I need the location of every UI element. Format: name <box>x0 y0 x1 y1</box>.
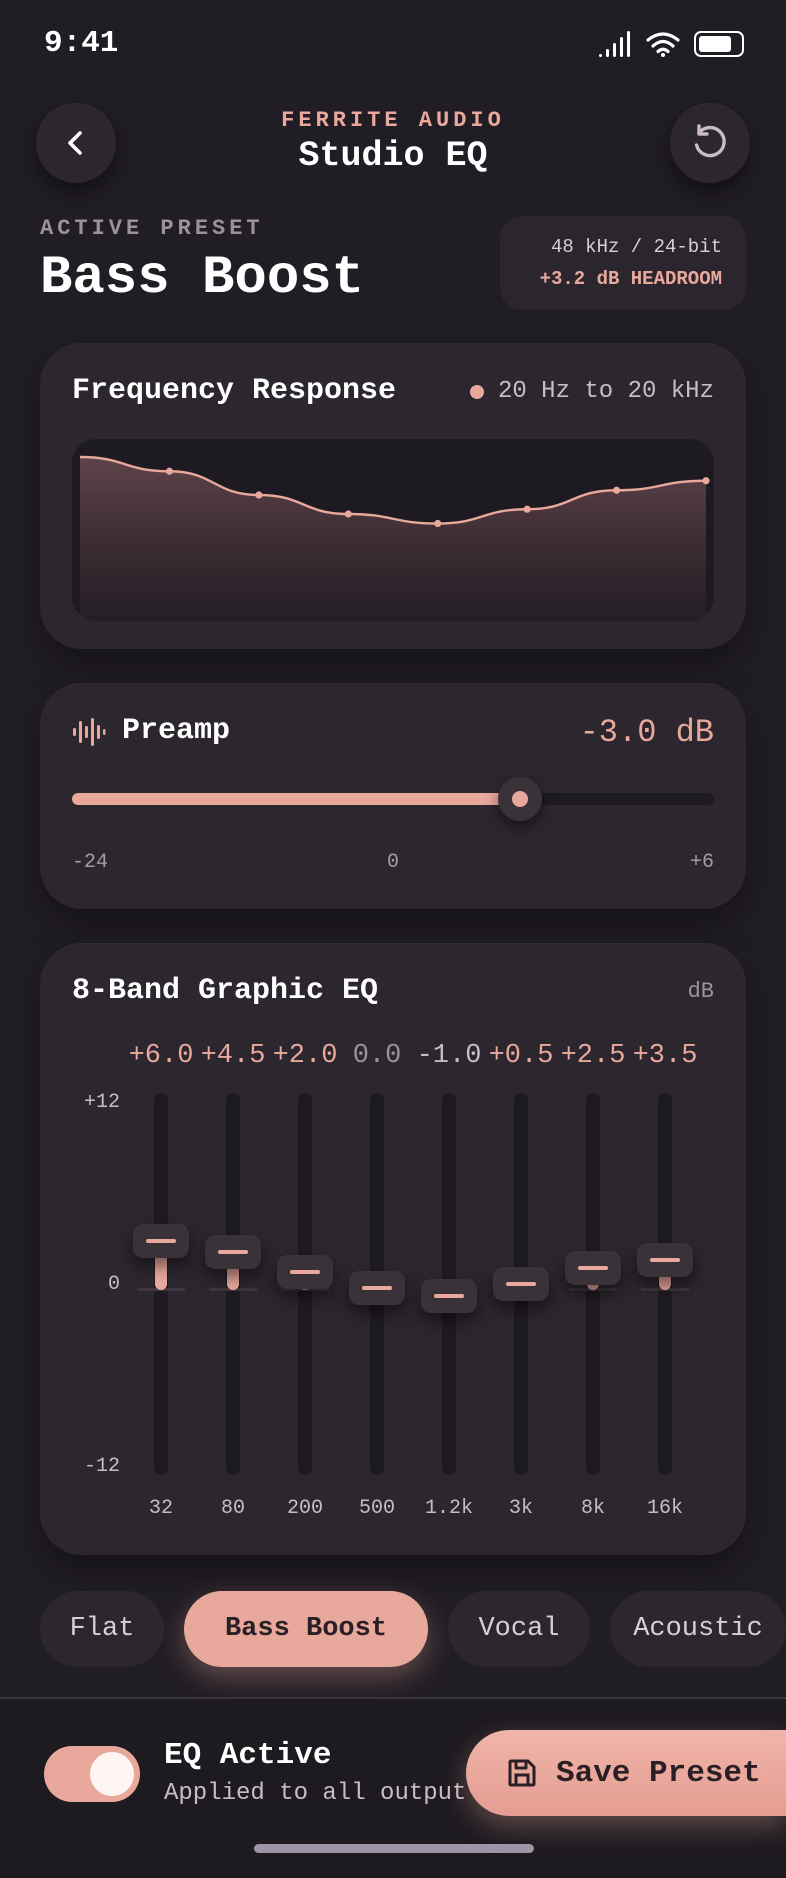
range-dot-icon <box>469 384 484 399</box>
eq-band-value: +2.0 <box>272 1041 338 1071</box>
eq-band-knob[interactable] <box>205 1235 261 1270</box>
preamp-slider-thumb[interactable] <box>498 777 543 821</box>
home-indicator[interactable] <box>254 1844 534 1853</box>
eq-active-title: EQ Active <box>164 1738 332 1773</box>
format-badge: 48 kHz / 24-bit +3.2 dB HEADROOM <box>500 216 746 310</box>
frequency-range: 20 Hz to 20 kHz <box>469 378 714 405</box>
headroom-label: +3.2 dB HEADROOM <box>539 268 722 290</box>
eq-band-value: -1.0 <box>416 1041 482 1071</box>
preamp-scale-max: +6 <box>689 851 714 874</box>
eq-band-frequency: 1.2k <box>424 1497 473 1520</box>
curve-point <box>344 510 352 518</box>
curve-point <box>523 505 531 513</box>
preset-chip-vocal[interactable]: Vocal <box>448 1591 590 1667</box>
status-time: 9:41 <box>44 26 119 61</box>
eq-band-knob[interactable] <box>493 1267 549 1302</box>
status-icons <box>598 30 744 58</box>
curve-point <box>165 467 174 475</box>
save-preset-label: Save Preset <box>556 1755 761 1791</box>
eq-band-value: +6.0 <box>128 1041 194 1071</box>
preset-chip-acoustic[interactable]: Acoustic <box>610 1591 786 1667</box>
eq-band-value: 0.0 <box>352 1041 402 1071</box>
frequency-response-card: Frequency Response 20 Hz to 20 kHz <box>40 343 746 649</box>
active-preset-name: Bass Boost <box>40 248 365 309</box>
reset-icon <box>694 124 726 158</box>
frequency-response-curve <box>79 455 710 621</box>
eq-active-toggle[interactable] <box>44 1746 140 1802</box>
sample-format: 48 kHz / 24-bit <box>550 236 722 258</box>
eq-band-value: +0.5 <box>488 1041 554 1071</box>
preamp-card: Preamp -3.0 dB -24 0 +6 <box>40 683 746 909</box>
preset-chip-flat[interactable]: Flat <box>40 1591 164 1667</box>
save-preset-button[interactable]: Save Preset <box>466 1730 786 1816</box>
preamp-value: -3.0 dB <box>579 714 714 751</box>
eq-active-subtitle: Applied to all output <box>164 1780 467 1807</box>
eq-band-knob[interactable] <box>349 1271 405 1305</box>
eq-band-value: +3.5 <box>632 1041 698 1071</box>
eq-band-knob[interactable] <box>637 1243 693 1278</box>
eq-band-knob[interactable] <box>565 1251 621 1286</box>
eq-axis-mid: 0 <box>107 1273 120 1296</box>
eq-band-knob[interactable] <box>421 1278 477 1313</box>
curve-point <box>255 491 263 499</box>
graphic-eq-title: 8-Band Graphic EQ <box>72 974 379 1008</box>
eq-axis-bottom: -12 <box>83 1455 120 1478</box>
curve-point <box>702 477 710 485</box>
preset-chip-bass-boost[interactable]: Bass Boost <box>184 1591 428 1667</box>
preamp-title: Preamp <box>122 714 231 748</box>
reset-button[interactable] <box>670 103 750 183</box>
eq-band-value: +2.5 <box>560 1041 626 1071</box>
battery-icon <box>694 31 744 57</box>
curve-point <box>612 486 621 494</box>
eq-band-knob[interactable] <box>133 1223 189 1258</box>
cellular-signal-icon <box>599 31 630 57</box>
graphic-eq-card: 8-Band Graphic EQ dB +12 0 -12 +6.0 32 +4.… <box>40 943 746 1555</box>
save-icon <box>508 1759 536 1787</box>
eq-band-knob[interactable] <box>277 1255 333 1290</box>
active-preset-caption: ACTIVE PRESET <box>40 216 264 241</box>
brand-label: FERRITE AUDIO <box>281 108 505 133</box>
eq-band-frequency: 32 <box>148 1497 173 1520</box>
frequency-range-label: 20 Hz to 20 kHz <box>497 378 714 405</box>
toggle-knob <box>90 1752 134 1796</box>
graphic-eq-unit: dB <box>687 979 714 1004</box>
frequency-response-title: Frequency Response <box>72 374 397 408</box>
eq-band-value: +4.5 <box>200 1041 266 1071</box>
page-title: Studio EQ <box>298 136 488 176</box>
eq-band-frequency: 3k <box>508 1497 533 1520</box>
preamp-slider-fill <box>72 793 521 805</box>
eq-axis-top: +12 <box>83 1091 120 1114</box>
wifi-icon <box>646 32 680 57</box>
eq-band-frequency: 500 <box>358 1497 395 1520</box>
preamp-scale-min: -24 <box>72 851 109 874</box>
preamp-slider[interactable] <box>72 777 714 821</box>
frequency-response-graph <box>72 439 714 621</box>
eq-band-frequency: 200 <box>286 1497 323 1520</box>
eq-band-frequency: 80 <box>220 1497 245 1520</box>
waveform-icon <box>73 718 106 746</box>
eq-band-frequency: 8k <box>580 1497 605 1520</box>
curve-point <box>434 519 442 528</box>
eq-band-frequency: 16k <box>646 1497 683 1520</box>
